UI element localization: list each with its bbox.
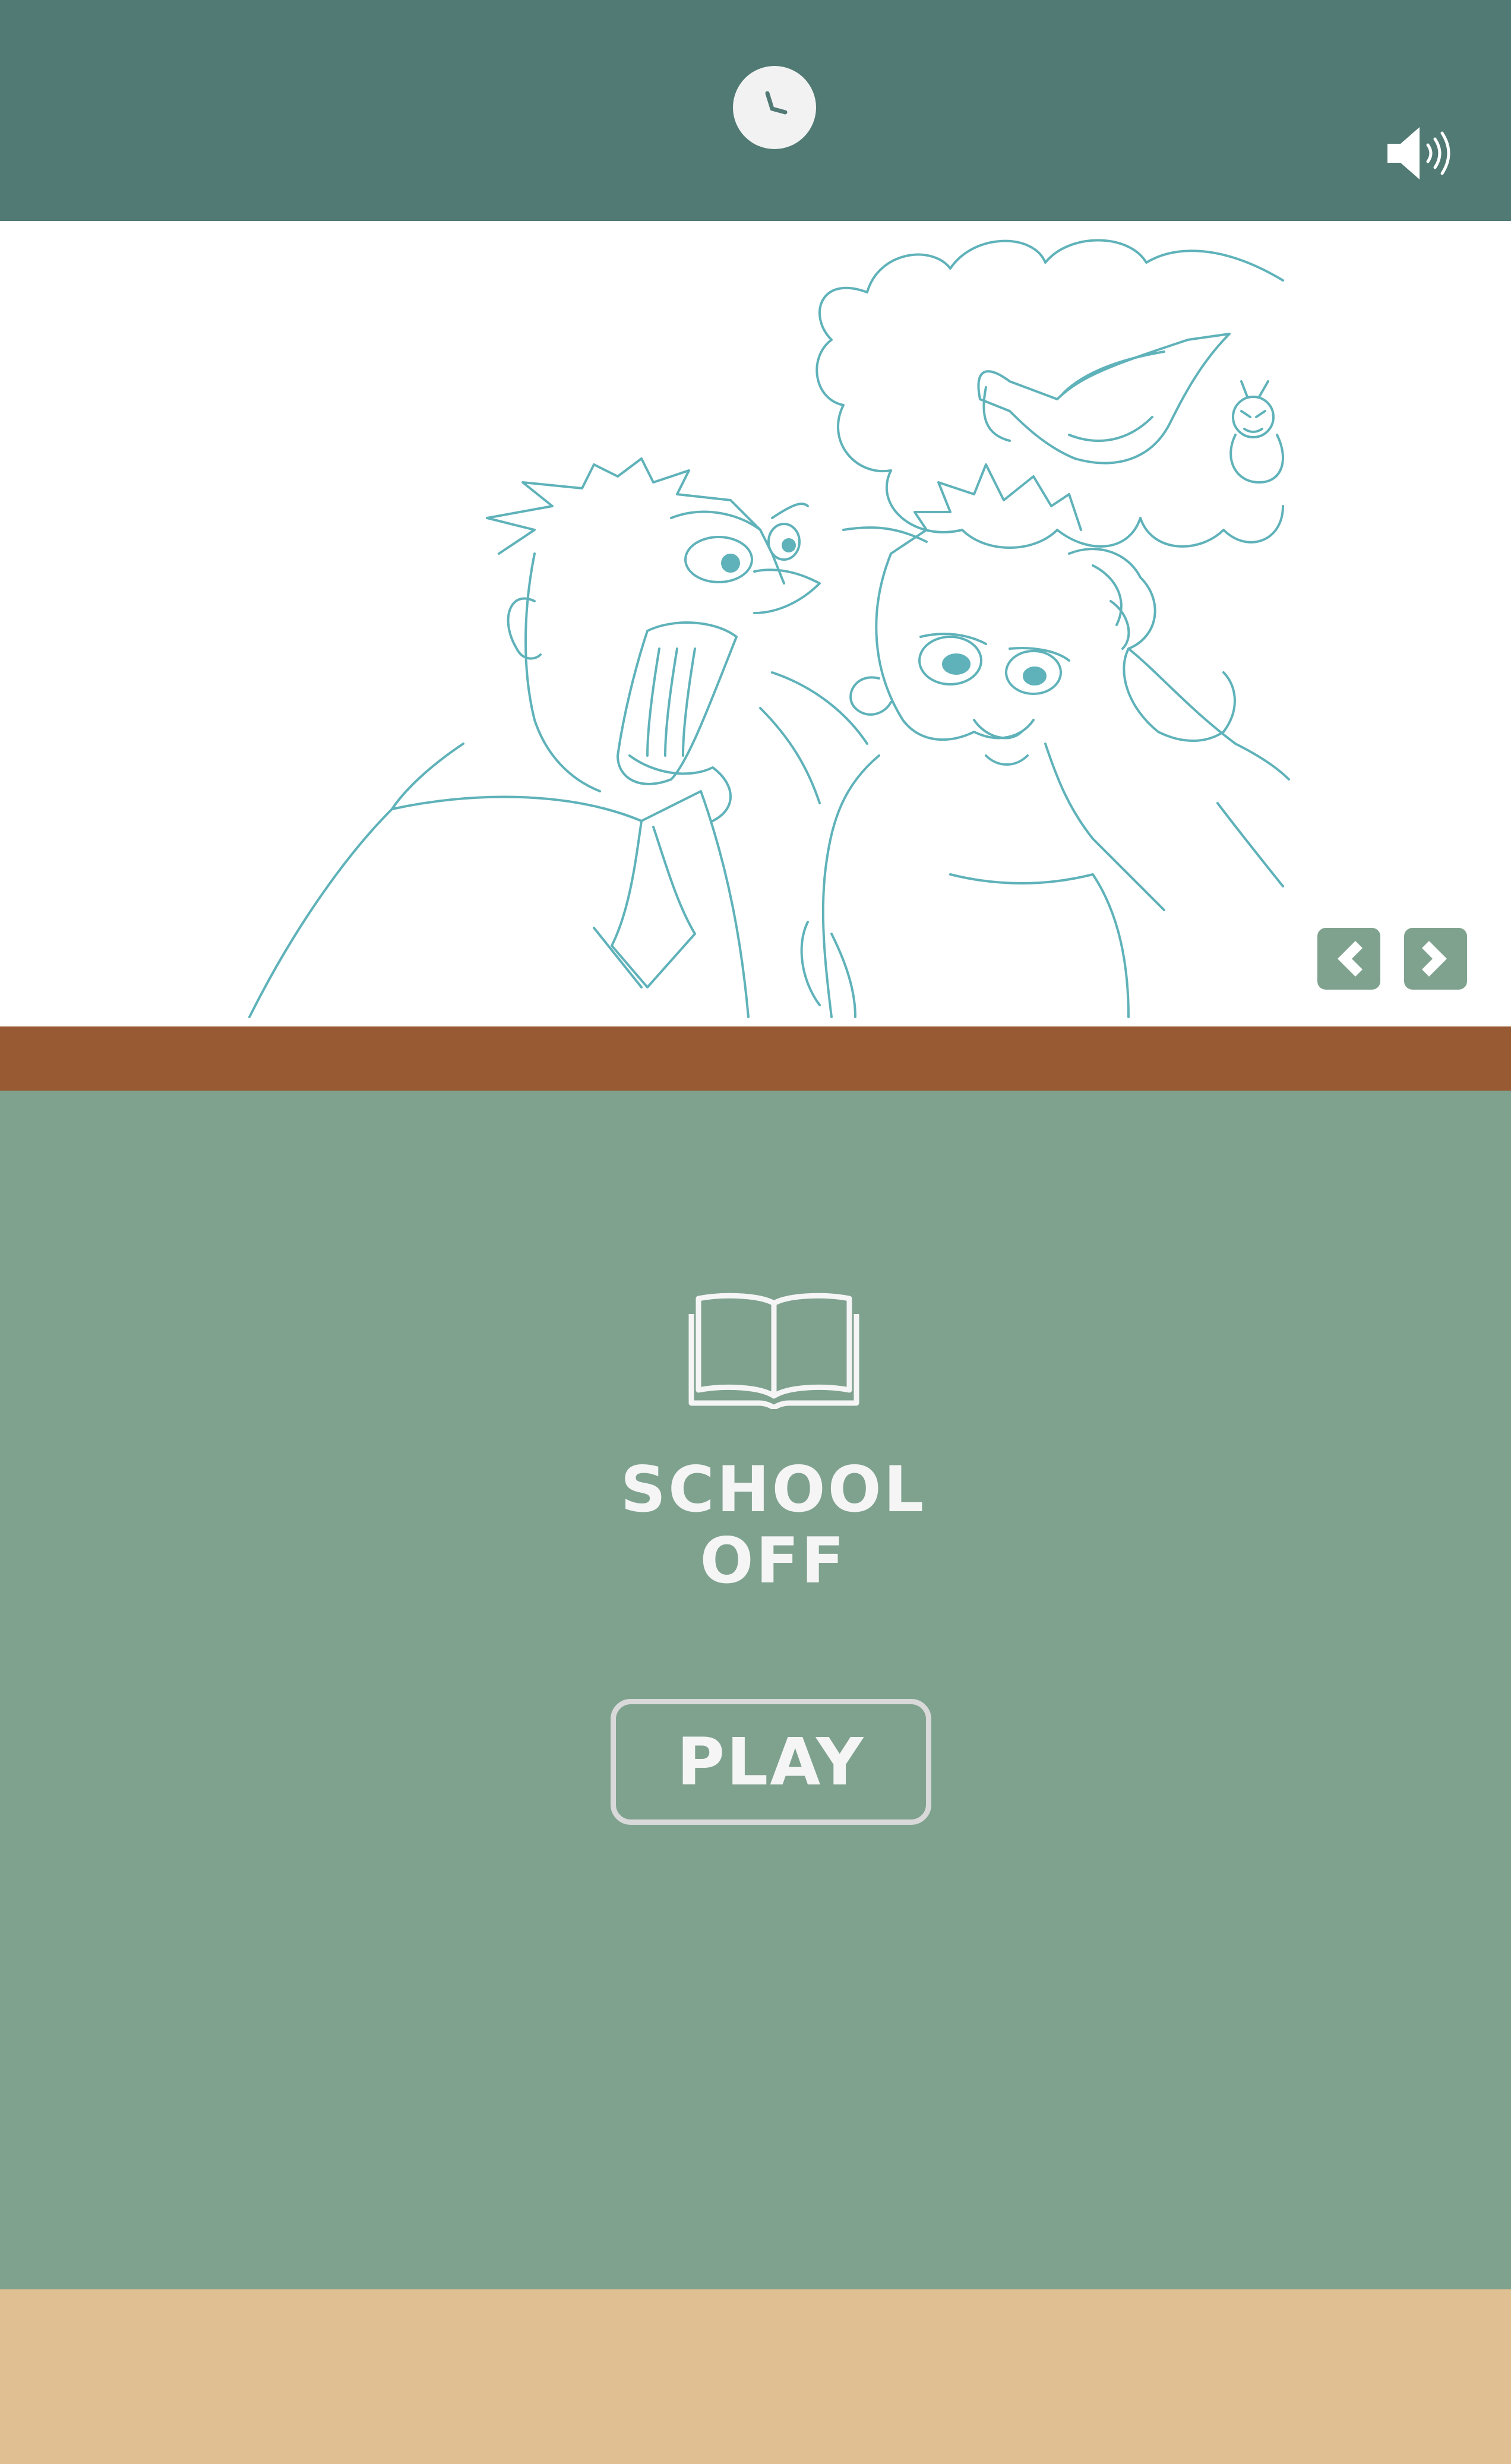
header-bar (0, 0, 1511, 221)
clock-icon (734, 67, 815, 148)
sound-toggle-button[interactable] (1383, 122, 1454, 184)
chevron-left-icon (1338, 941, 1363, 977)
previous-scene-button[interactable] (1317, 928, 1380, 990)
cartoon-sketch (248, 239, 1290, 1018)
game-screen: SCHOOL OFF PLAY (0, 0, 1511, 2464)
teacher-body (248, 743, 464, 1018)
title-panel: SCHOOL OFF PLAY (0, 1091, 1511, 2289)
open-book-icon (688, 1293, 859, 1409)
title-line-2: OFF (700, 1524, 847, 1597)
next-scene-button[interactable] (1404, 928, 1467, 990)
boy-hair (890, 463, 1082, 555)
boy-hand (1068, 548, 1236, 742)
play-button[interactable]: PLAY (611, 1699, 931, 1825)
title-line-1: SCHOOL (620, 1453, 927, 1526)
story-illustration (0, 221, 1511, 1026)
wooden-shelf (0, 1026, 1511, 1091)
game-title: SCHOOL OFF (518, 1454, 1029, 1597)
book-icon-wrapper (688, 1290, 860, 1409)
floor-strip (0, 2289, 1511, 2464)
teacher-head (524, 552, 601, 792)
speaker-icon (1387, 127, 1450, 179)
boy-head (875, 552, 1035, 741)
timer-button[interactable] (733, 66, 816, 149)
chevron-right-icon (1422, 941, 1447, 977)
